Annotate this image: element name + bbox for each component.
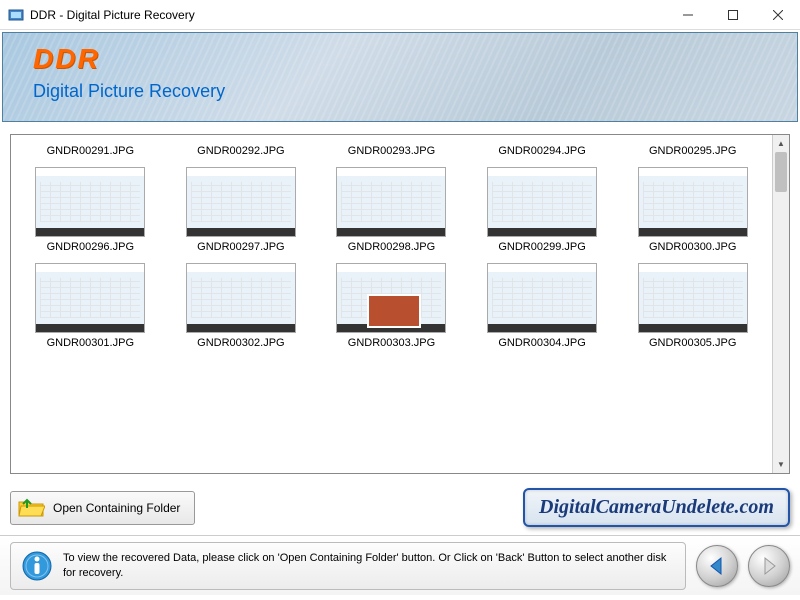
thumbnail-grid: GNDR00291.JPG GNDR00292.JPG GNDR00293.JP…: [11, 135, 772, 473]
thumbnail-item[interactable]: GNDR00302.JPG: [176, 259, 306, 351]
toolbar: Open Containing Folder DigitalCameraUnde…: [0, 484, 800, 535]
thumbnail-label: GNDR00302.JPG: [197, 335, 284, 351]
titlebar: DDR - Digital Picture Recovery: [0, 0, 800, 30]
thumbnail-item[interactable]: GNDR00299.JPG: [477, 163, 607, 255]
thumbnail-label: GNDR00294.JPG: [498, 143, 585, 159]
thumbnail-image: [638, 167, 748, 237]
thumbnail-item[interactable]: GNDR00294.JPG: [477, 143, 607, 159]
scroll-up-icon[interactable]: ▲: [773, 135, 789, 152]
thumbnail-label: GNDR00292.JPG: [197, 143, 284, 159]
thumbnail-label: GNDR00301.JPG: [47, 335, 134, 351]
arrow-right-icon: [758, 555, 780, 577]
thumbnail-image: [186, 167, 296, 237]
maximize-button[interactable]: [710, 0, 755, 29]
logo: DDR: [33, 43, 797, 75]
thumbnail-item[interactable]: GNDR00305.JPG: [628, 259, 758, 351]
thumbnail-item[interactable]: GNDR00301.JPG: [25, 259, 155, 351]
thumbnail-image: [186, 263, 296, 333]
header-banner: DDR Digital Picture Recovery: [2, 32, 798, 122]
website-badge: DigitalCameraUndelete.com: [523, 488, 790, 527]
thumbnail-item[interactable]: GNDR00303.JPG: [326, 259, 456, 351]
scrollbar[interactable]: ▲ ▼: [772, 135, 789, 473]
folder-icon: [17, 496, 45, 520]
thumbnail-label: GNDR00293.JPG: [348, 143, 435, 159]
back-button[interactable]: [696, 545, 738, 587]
thumbnail-label: GNDR00297.JPG: [197, 239, 284, 255]
info-panel: To view the recovered Data, please click…: [10, 542, 686, 590]
window-title: DDR - Digital Picture Recovery: [30, 8, 665, 22]
scroll-thumb[interactable]: [775, 152, 787, 192]
open-folder-label: Open Containing Folder: [53, 501, 180, 515]
arrow-left-icon: [706, 555, 728, 577]
thumbnail-pane: GNDR00291.JPG GNDR00292.JPG GNDR00293.JP…: [10, 134, 790, 474]
thumbnail-item[interactable]: GNDR00293.JPG: [326, 143, 456, 159]
close-button[interactable]: [755, 0, 800, 29]
thumbnail-label: GNDR00291.JPG: [47, 143, 134, 159]
thumbnail-label: GNDR00298.JPG: [348, 239, 435, 255]
footer: To view the recovered Data, please click…: [0, 535, 800, 595]
thumbnail-label: GNDR00295.JPG: [649, 143, 736, 159]
app-icon: [8, 7, 24, 23]
thumbnail-image: [487, 263, 597, 333]
thumbnail-label: GNDR00304.JPG: [498, 335, 585, 351]
thumbnail-item[interactable]: GNDR00296.JPG: [25, 163, 155, 255]
thumbnail-item[interactable]: GNDR00298.JPG: [326, 163, 456, 255]
info-icon: [21, 550, 53, 582]
scroll-down-icon[interactable]: ▼: [773, 456, 789, 473]
thumbnail-image: [35, 167, 145, 237]
thumbnail-item[interactable]: GNDR00291.JPG: [25, 143, 155, 159]
thumbnail-item[interactable]: GNDR00295.JPG: [628, 143, 758, 159]
thumbnail-image: [35, 263, 145, 333]
content-area: GNDR00291.JPG GNDR00292.JPG GNDR00293.JP…: [0, 124, 800, 484]
thumbnail-item[interactable]: GNDR00304.JPG: [477, 259, 607, 351]
thumbnail-image: [336, 167, 446, 237]
info-text: To view the recovered Data, please click…: [63, 551, 675, 580]
thumbnail-item[interactable]: GNDR00297.JPG: [176, 163, 306, 255]
minimize-button[interactable]: [665, 0, 710, 29]
thumbnail-label: GNDR00300.JPG: [649, 239, 736, 255]
thumbnail-item[interactable]: GNDR00300.JPG: [628, 163, 758, 255]
next-button[interactable]: [748, 545, 790, 587]
thumbnail-label: GNDR00303.JPG: [348, 335, 435, 351]
thumbnail-image: [487, 167, 597, 237]
thumbnail-label: GNDR00305.JPG: [649, 335, 736, 351]
thumbnail-image: [336, 263, 446, 333]
thumbnail-image: [638, 263, 748, 333]
app-subtitle: Digital Picture Recovery: [33, 81, 797, 102]
thumbnail-label: GNDR00296.JPG: [47, 239, 134, 255]
thumbnail-item[interactable]: GNDR00292.JPG: [176, 143, 306, 159]
open-containing-folder-button[interactable]: Open Containing Folder: [10, 491, 195, 525]
thumbnail-label: GNDR00299.JPG: [498, 239, 585, 255]
